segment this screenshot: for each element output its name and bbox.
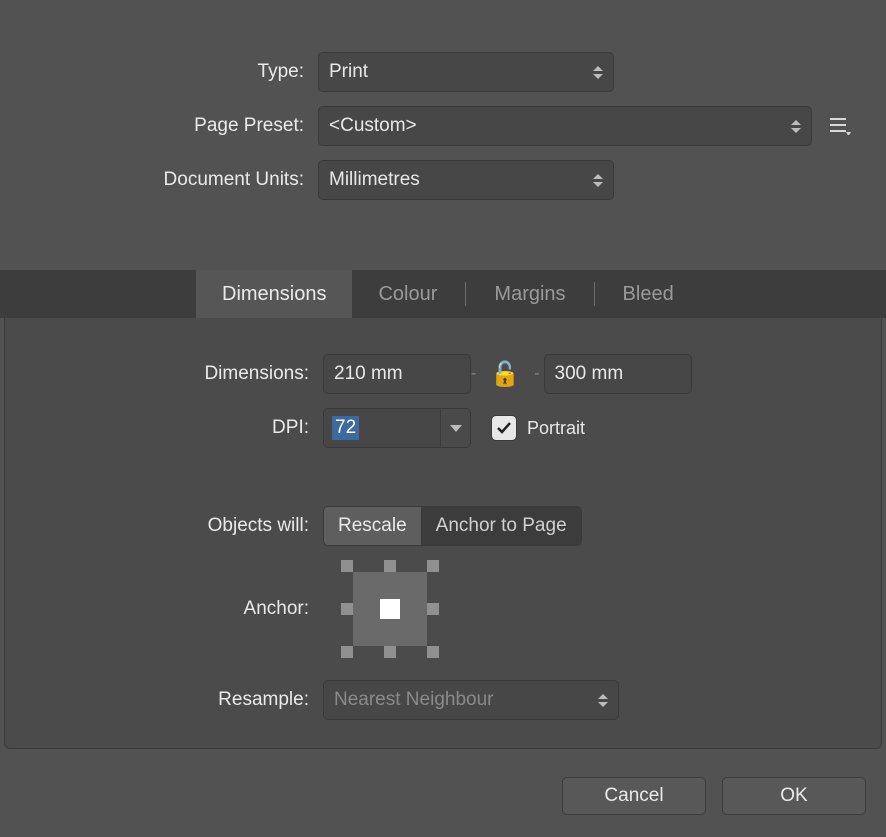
tab-colour[interactable]: Colour [352,270,463,318]
tab-separator [594,282,595,306]
stepper-icon [593,62,605,82]
cancel-button[interactable]: Cancel [562,777,706,815]
type-value: Print [329,61,368,83]
stepper-icon [598,690,610,710]
document-units-label: Document Units: [0,169,318,191]
anchor-to-page-button[interactable]: Anchor to Page [422,506,582,546]
anchor-center[interactable] [380,599,400,619]
tab-margins[interactable]: Margins [468,270,591,318]
tab-bleed[interactable]: Bleed [597,270,700,318]
resample-label: Resample: [5,689,323,711]
dimensions-label: Dimensions: [5,363,323,385]
resample-value: Nearest Neighbour [334,689,493,711]
width-input[interactable]: 210 mm [323,354,471,394]
preset-menu-icon[interactable] [824,110,856,142]
dpi-input[interactable]: 72 [323,408,471,448]
page-preset-value: <Custom> [329,115,417,137]
anchor-middle-right[interactable] [427,603,439,615]
footer: Cancel OK [562,777,866,815]
stepper-icon [593,170,605,190]
anchor-bottom-left[interactable] [341,646,353,658]
height-input[interactable]: 300 mm [544,354,692,394]
resample-select[interactable]: Nearest Neighbour [323,680,619,720]
dpi-label: DPI: [5,417,323,439]
anchor-bottom-right[interactable] [427,646,439,658]
anchor-bottom-center[interactable] [384,646,396,658]
anchor-grid[interactable] [341,560,439,658]
objects-will-segment: Rescale Anchor to Page [323,506,582,546]
portrait-checkbox[interactable] [491,415,517,441]
rescale-button[interactable]: Rescale [323,506,422,546]
ok-button[interactable]: OK [722,777,866,815]
objects-will-label: Objects will: [5,515,323,537]
document-units-select[interactable]: Millimetres [318,160,614,200]
type-select[interactable]: Print [318,52,614,92]
stepper-icon [791,116,803,136]
dimensions-panel: Dimensions: 210 mm - 🔓 - 300 mm DPI: 72 … [4,318,882,749]
tab-dimensions[interactable]: Dimensions [196,270,352,318]
anchor-label: Anchor: [5,598,323,620]
anchor-top-center[interactable] [384,560,396,572]
lock-icon[interactable]: 🔓 [490,360,520,389]
document-units-value: Millimetres [329,169,420,191]
anchor-top-right[interactable] [427,560,439,572]
anchor-middle-left[interactable] [341,603,353,615]
dpi-dropdown-icon[interactable] [440,409,470,447]
tab-bar: Dimensions Colour Margins Bleed [0,270,886,318]
type-label: Type: [0,61,318,83]
tab-separator [465,282,466,306]
portrait-label: Portrait [527,418,585,439]
page-preset-label: Page Preset: [0,115,318,137]
page-preset-select[interactable]: <Custom> [318,106,812,146]
anchor-top-left[interactable] [341,560,353,572]
